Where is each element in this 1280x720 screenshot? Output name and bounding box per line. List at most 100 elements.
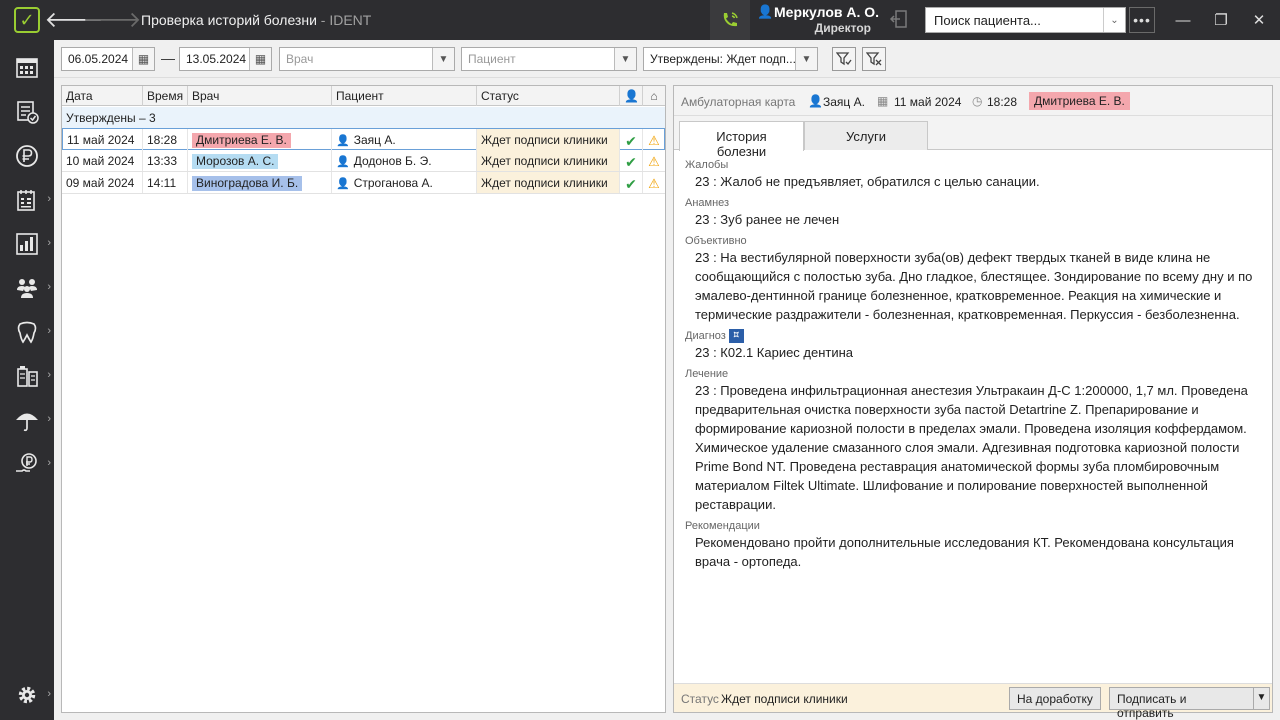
sidebar-item-payments[interactable]: ›	[0, 444, 54, 484]
doctor-tag: Дмитриева Е. В.	[192, 133, 291, 148]
sidebar-item-staff[interactable]: ›	[0, 268, 54, 308]
sidebar-item-schedule[interactable]	[0, 48, 54, 88]
calendar-icon: ▦	[877, 94, 889, 108]
group-row-approved[interactable]: Утверждены – 3	[62, 107, 665, 128]
column-header-time[interactable]: Время	[143, 86, 188, 106]
doctor-filter-placeholder: Врач	[286, 52, 314, 66]
sidebar-item-insurance[interactable]: ›	[0, 400, 54, 440]
tooth-chart-icon[interactable]: ⯏	[728, 329, 744, 344]
record-date: 11 май 2024	[894, 95, 962, 109]
sidebar-item-reports[interactable]: ›	[0, 224, 54, 264]
cell-doctor: Морозов А. С.	[188, 150, 332, 171]
calendar-icon[interactable]: ▦	[249, 48, 271, 70]
record-header: Амбулаторная карта 👤 Заяц А. ▦ 11 май 20…	[674, 86, 1272, 116]
patient-filter-placeholder: Пациент	[468, 52, 516, 66]
column-header-status[interactable]: Статус	[477, 86, 620, 106]
check-icon: ✔	[620, 172, 643, 193]
patient-search-input[interactable]: Поиск пациента... ⌄	[925, 7, 1126, 33]
tab-services[interactable]: Услуги	[804, 121, 928, 150]
table-row[interactable]: 10 май 2024 13:33 Морозов А. С. 👤 Додонов…	[62, 150, 665, 172]
chevron-right-icon: ›	[47, 325, 51, 337]
calendar-icon[interactable]: ▦	[132, 48, 154, 70]
tab-medical-history[interactable]: История болезни	[679, 121, 804, 159]
cell-patient: 👤 Заяц А.	[332, 129, 477, 150]
sidebar-item-documents[interactable]: ›	[0, 180, 54, 220]
sign-and-send-button[interactable]: Подписать и отправить	[1109, 687, 1254, 720]
calendar-grid-icon	[16, 58, 38, 78]
cell-patient: 👤 Додонов Б. Э.	[332, 150, 477, 171]
patient-filter-select[interactable]: Пациент ▼	[461, 47, 637, 71]
section-title-anamnesis: Анамнез	[685, 197, 730, 209]
patient-icon: 👤	[336, 156, 350, 168]
user-role: Директор	[814, 21, 871, 35]
record-time: 18:28	[987, 95, 1018, 109]
detail-tabs: История болезни Услуги	[674, 116, 1272, 159]
sidebar-item-warehouse[interactable]: ›	[0, 356, 54, 396]
hand-coin-icon	[16, 453, 37, 472]
warning-icon: ⚠	[648, 154, 660, 169]
status-filter-select[interactable]: Утверждены: Ждет подп... ▼	[643, 47, 818, 71]
section-title-recommendations: Рекомендации	[685, 520, 760, 533]
window-title: Проверка историй болезни - IDENT	[141, 12, 371, 28]
table-header: Дата Время Врач Пациент Статус 👤 ⌂	[62, 86, 665, 106]
section-body-objective: 23 : На вестибулярной поверхности зуба(о…	[695, 250, 1253, 322]
ruble-icon	[16, 145, 38, 167]
rework-button[interactable]: На доработку	[1009, 687, 1101, 710]
patient-name: Заяц А.	[353, 133, 396, 147]
sidebar-item-medical-records[interactable]	[0, 92, 54, 132]
date-range-dash: —	[161, 50, 175, 66]
records-table: Дата Время Врач Пациент Статус 👤 ⌂ Утвер…	[61, 85, 666, 713]
check-icon: ✔	[620, 129, 643, 150]
table-row[interactable]: 09 май 2024 14:11 Виноградова И. Б. 👤 Стр…	[62, 172, 665, 194]
warning-icon: ⚠	[648, 176, 660, 191]
clinic-signed-column-icon[interactable]: ⌂	[643, 86, 665, 106]
date-from-value: 06.05.2024	[68, 52, 129, 66]
logout-icon[interactable]	[886, 8, 912, 32]
patient-name: Строганова А.	[353, 176, 433, 190]
record-patient[interactable]: Заяц А.	[823, 95, 865, 109]
chevron-right-icon: ›	[47, 369, 51, 381]
maximize-icon[interactable]: ❐	[1202, 0, 1240, 40]
close-icon[interactable]: ✕	[1240, 0, 1278, 40]
chevron-down-icon[interactable]: ⌄	[1103, 8, 1125, 32]
section-body-anamnesis: 23 : Зуб ранее не лечен	[695, 212, 840, 227]
section-title-objective: Объективно	[685, 235, 747, 247]
section-body-complaints: 23 : Жалоб не предъявляет, обратился с ц…	[695, 174, 1040, 189]
section-body-recommendations: Рекомендовано пройти дополнительные иссл…	[695, 535, 1234, 570]
forward-arrow-icon[interactable]: 🡒	[83, 6, 142, 34]
minimize-icon[interactable]: —	[1164, 0, 1202, 40]
date-to-input[interactable]: 13.05.2024 ▦	[179, 47, 272, 71]
column-header-doctor[interactable]: Врач	[188, 86, 332, 106]
chevron-down-icon[interactable]: ▼	[795, 48, 817, 70]
date-from-input[interactable]: 06.05.2024 ▦	[61, 47, 155, 71]
warning-icon: ⚠	[648, 133, 660, 148]
chevron-down-icon[interactable]: ▼	[614, 48, 636, 70]
chevron-down-icon[interactable]: ▼	[432, 48, 454, 70]
table-row[interactable]: 11 май 2024 18:28 Дмитриева Е. В. 👤 Заяц …	[62, 128, 665, 150]
sidebar-item-dental[interactable]: ›	[0, 312, 54, 352]
user-name[interactable]: Меркулов А. О.	[774, 4, 879, 20]
patient-icon: 👤	[336, 135, 350, 147]
footer-status-label: Статус	[681, 692, 719, 706]
sidebar-item-finance[interactable]	[0, 136, 54, 176]
phone-icon[interactable]	[710, 0, 750, 40]
footer-status-value: Ждет подписи клиники	[721, 692, 848, 706]
chevron-right-icon: ›	[47, 193, 51, 205]
chevron-down-icon[interactable]: ▼	[1253, 687, 1270, 710]
doctor-filter-select[interactable]: Врач ▼	[279, 47, 455, 71]
patient-signed-column-icon[interactable]: 👤	[620, 86, 643, 106]
record-footer: Статус Ждет подписи клиники На доработку…	[674, 683, 1272, 720]
record-detail-panel: Амбулаторная карта 👤 Заяц А. ▦ 11 май 20…	[673, 85, 1273, 720]
clear-filter-button[interactable]	[862, 47, 886, 71]
status-filter-value: Утверждены: Ждет подп...	[650, 52, 796, 66]
apply-filter-button[interactable]	[832, 47, 856, 71]
sidebar-item-settings[interactable]: ›	[0, 675, 54, 715]
chevron-right-icon: ›	[47, 237, 51, 249]
cell-patient: 👤 Строганова А.	[332, 172, 477, 193]
gear-icon	[18, 686, 36, 704]
chevron-right-icon: ›	[47, 281, 51, 293]
more-options-button[interactable]: •••	[1129, 7, 1155, 33]
column-header-date[interactable]: Дата	[62, 86, 143, 106]
inventory-icon	[17, 366, 38, 387]
column-header-patient[interactable]: Пациент	[332, 86, 477, 106]
